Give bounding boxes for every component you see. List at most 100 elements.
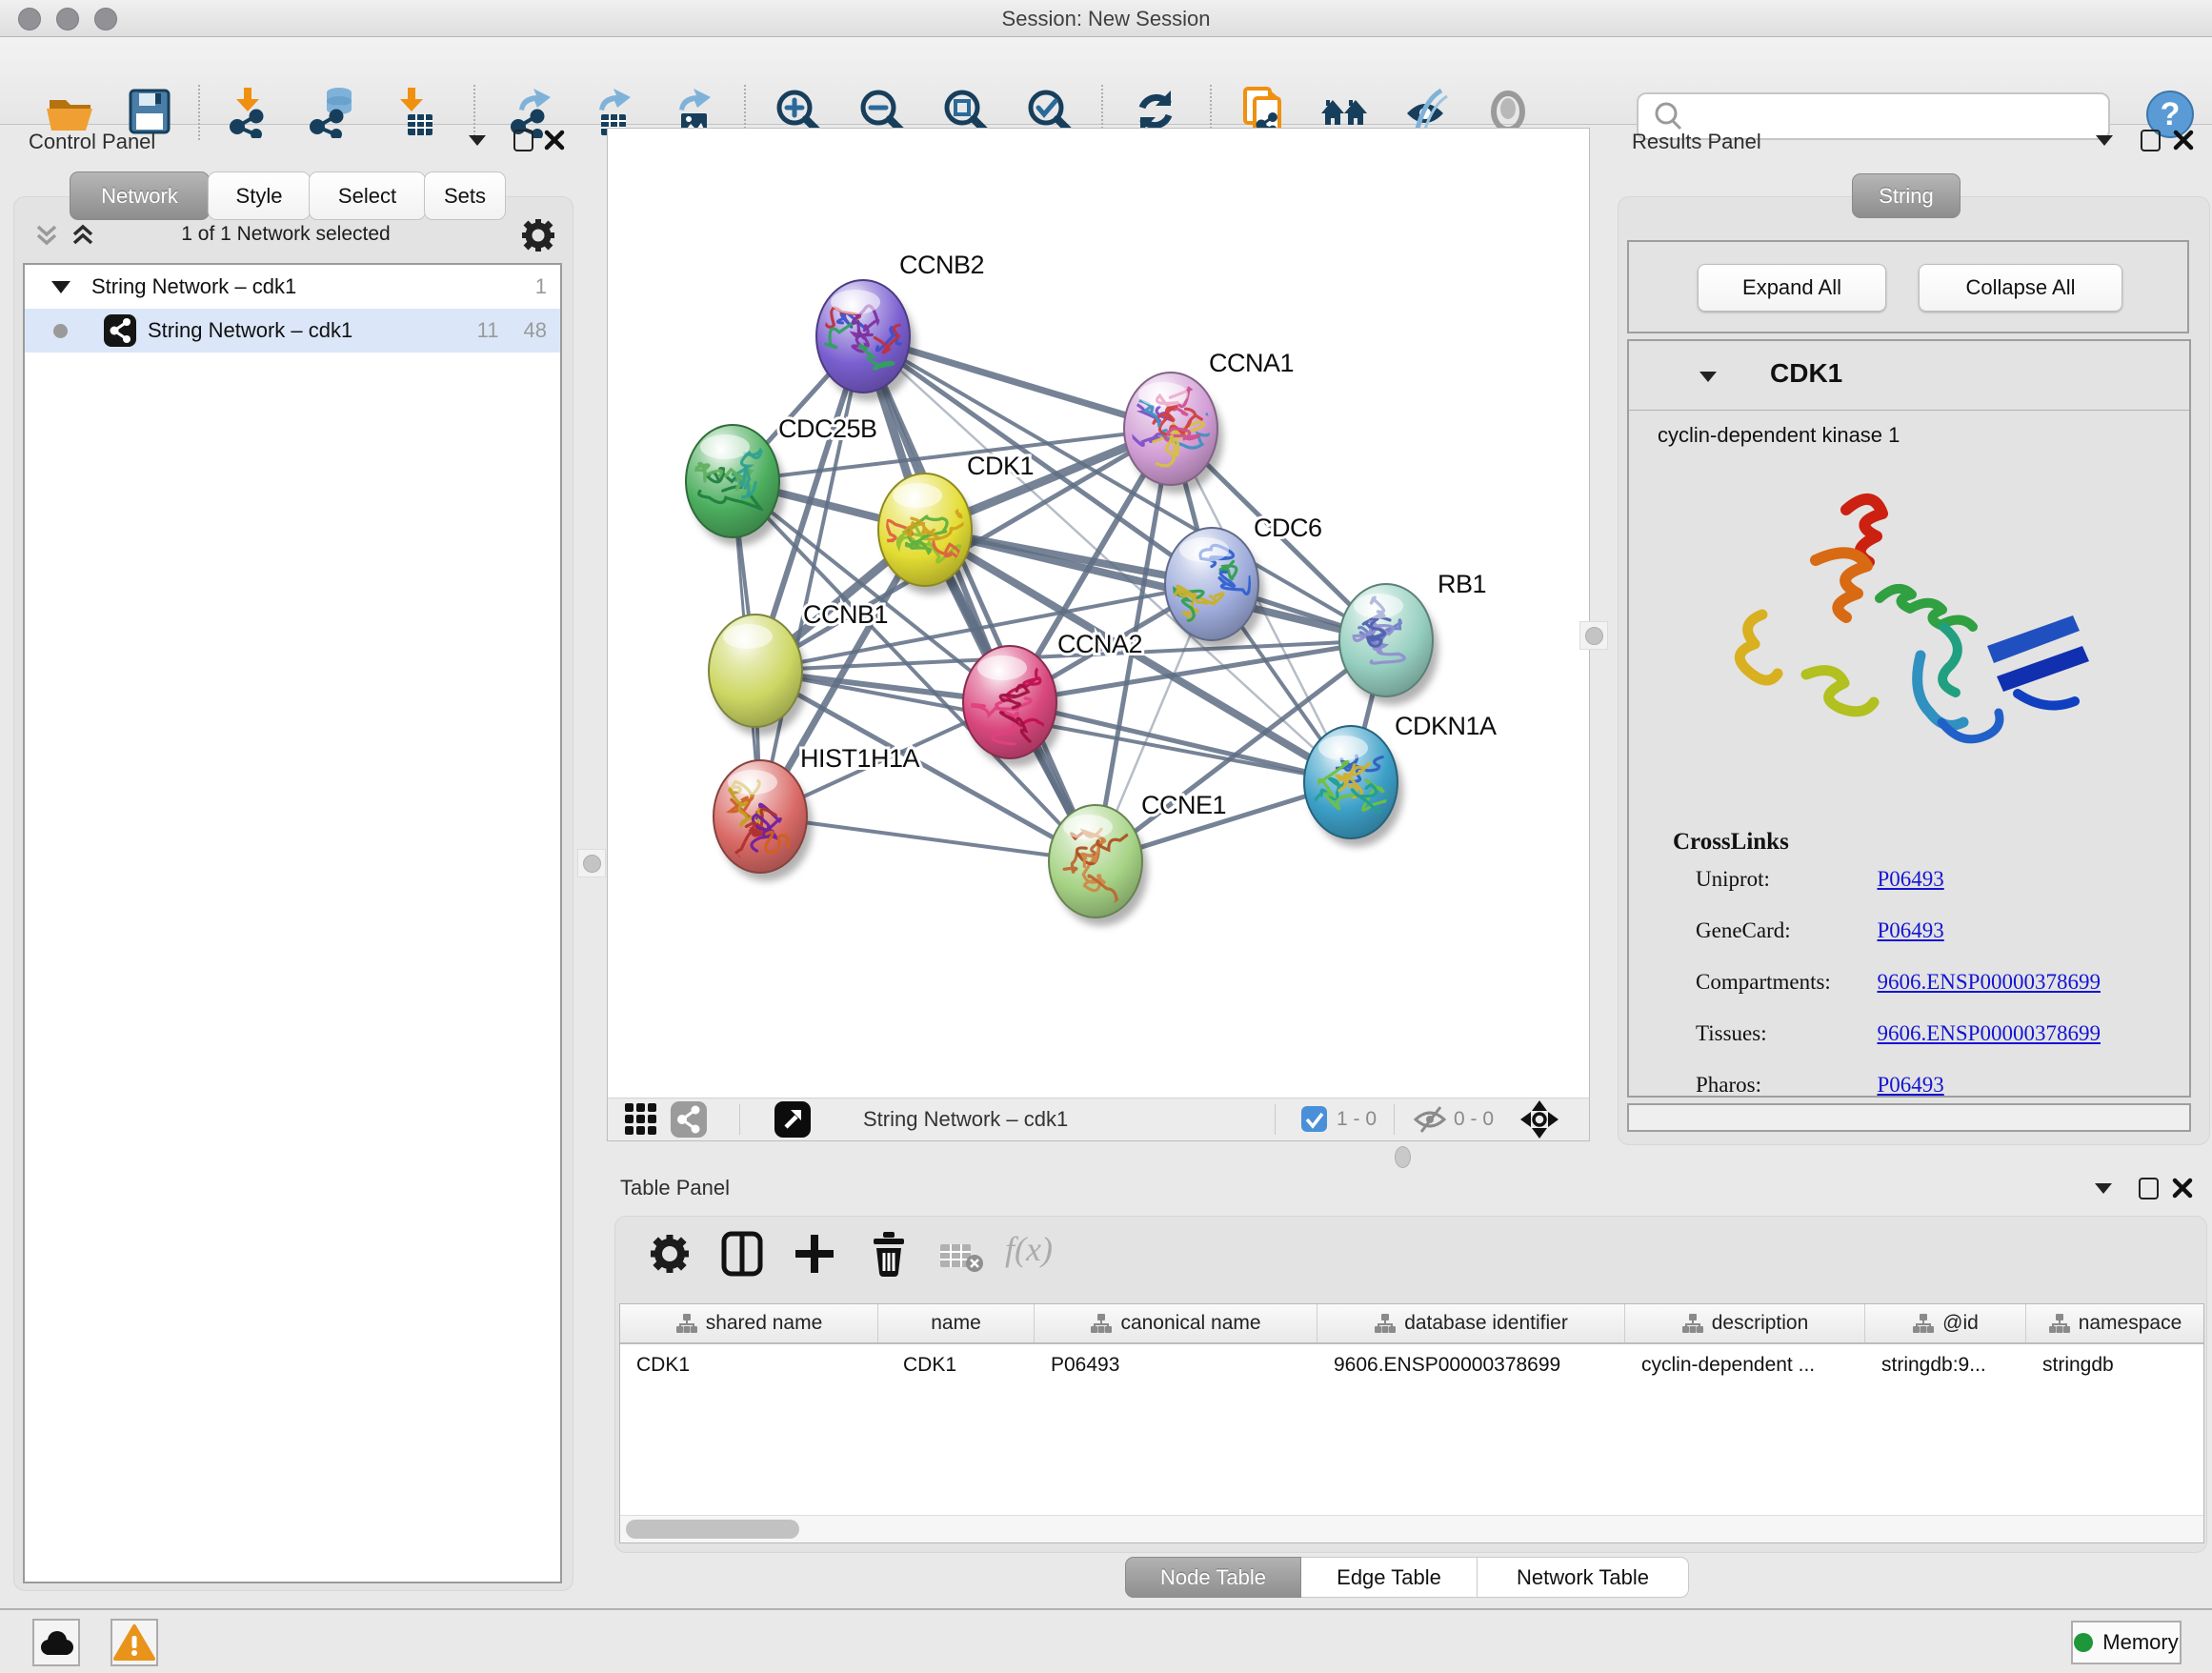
cell-description[interactable]: cyclin-dependent ... [1625, 1344, 1865, 1386]
share-view-icon[interactable] [671, 1101, 707, 1138]
network-edge[interactable] [863, 336, 1096, 861]
fx-equation-icon: f(x) [1005, 1229, 1053, 1269]
hscrollbar-thumb[interactable] [626, 1520, 799, 1539]
horizontal-splitter-handle[interactable] [1395, 1146, 1411, 1168]
network-status-dot-icon [53, 324, 68, 338]
cell-id[interactable]: stringdb:9... [1865, 1344, 2026, 1386]
column-header-description[interactable]: description [1625, 1304, 1865, 1342]
column-header-name[interactable]: name [878, 1304, 1035, 1342]
memory-button[interactable]: Memory [2071, 1621, 2182, 1664]
cell-canonical-name[interactable]: P06493 [1035, 1344, 1317, 1386]
crosslink-row: GeneCard: P06493 [1696, 918, 2153, 970]
crosslinks-list: Uniprot: P06493 GeneCard: P06493 Compart… [1696, 867, 2153, 1124]
window-title: Session: New Session [0, 7, 2212, 31]
tab-edge-table[interactable]: Edge Table [1301, 1557, 1478, 1598]
entry-expander-icon[interactable] [1699, 372, 1717, 382]
tree-expander-icon[interactable] [51, 281, 70, 293]
crosshair-icon[interactable] [1520, 1100, 1558, 1139]
crosslink-label: Compartments: [1696, 970, 1873, 995]
table-hscrollbar[interactable] [620, 1515, 2203, 1542]
split-columns-icon[interactable] [721, 1231, 763, 1277]
column-header-namespace[interactable]: namespace [2026, 1304, 2203, 1342]
crosslink-label: Uniprot: [1696, 867, 1873, 892]
grid-view-icon[interactable] [625, 1103, 659, 1136]
crosslink-value[interactable]: 9606.ENSP00000378699 [1877, 970, 2101, 994]
results-panel-collapse-icon[interactable] [2096, 135, 2113, 146]
entry-name: CDK1 [1770, 358, 1842, 389]
open-in-window-icon[interactable] [774, 1101, 811, 1138]
crosslink-value[interactable]: 9606.ENSP00000378699 [1877, 1021, 2101, 1045]
crosslink-row: Tissues: 9606.ENSP00000378699 [1696, 1021, 2153, 1073]
tree-row-collection[interactable]: String Network – cdk1 1 [25, 265, 560, 309]
network-node[interactable] [709, 615, 802, 727]
crosslink-value[interactable]: P06493 [1877, 1073, 1943, 1097]
selected-count: 1 - 0 [1337, 1108, 1377, 1131]
expand-all-button[interactable]: Expand All [1698, 264, 1886, 312]
table-panel-collapse-icon[interactable] [2095, 1183, 2112, 1194]
network-view-toolbar: String Network – cdk1 1 - 0 0 - 0 [607, 1098, 1590, 1141]
collapse-all-button[interactable]: Collapse All [1919, 264, 2122, 312]
table-panel-close-icon[interactable] [2171, 1177, 2194, 1199]
table-row[interactable]: CDK1 CDK1 P06493 9606.ENSP00000378699 cy… [620, 1344, 2203, 1386]
crosslinks-title: CrossLinks [1673, 829, 1789, 856]
table-tabs: Node Table Edge Table Network Table [1125, 1557, 1689, 1598]
column-mapping-icon [2048, 1313, 2071, 1334]
collapse-all-icon[interactable] [32, 221, 61, 250]
network-canvas[interactable]: CCNB2CCNA1CDC25BCDK1CDC6RB1CCNB1CCNA2CDK… [607, 128, 1590, 1099]
column-header-shared-name[interactable]: shared name [620, 1304, 878, 1342]
node-label: CDKN1A [1395, 712, 1497, 740]
gear-icon[interactable] [522, 219, 554, 252]
tab-string[interactable]: String [1852, 173, 1961, 218]
crosslink-value[interactable]: P06493 [1877, 867, 1943, 891]
cell-namespace[interactable]: stringdb [2026, 1344, 2203, 1386]
node-label: CCNB1 [803, 600, 888, 629]
table-gear-icon[interactable] [651, 1235, 689, 1273]
node-label: CDC6 [1254, 514, 1322, 542]
tree-collection-count: 1 [535, 274, 547, 299]
main-toolbar: ? [0, 37, 2212, 125]
tree-row-network-selected[interactable]: String Network – cdk1 11 48 [25, 309, 560, 353]
column-header-database-identifier[interactable]: database identifier [1317, 1304, 1625, 1342]
results-scrollbar[interactable] [1627, 1103, 2191, 1132]
warning-button[interactable] [111, 1619, 158, 1666]
cloud-button[interactable] [32, 1619, 80, 1666]
network-node[interactable] [714, 760, 807, 873]
network-node[interactable] [686, 425, 779, 537]
control-panel-float-icon[interactable] [513, 130, 533, 151]
tab-style[interactable]: Style [208, 171, 311, 220]
cell-shared-name[interactable]: CDK1 [620, 1344, 878, 1386]
tab-node-table[interactable]: Node Table [1125, 1557, 1301, 1598]
right-splitter-handle[interactable] [1579, 621, 1608, 650]
crosslink-value[interactable]: P06493 [1877, 918, 1943, 942]
network-node[interactable] [1123, 373, 1217, 485]
node-label: CCNE1 [1141, 791, 1226, 819]
status-bar: Memory [0, 1608, 2212, 1673]
memory-label: Memory [2102, 1630, 2178, 1655]
column-header-id[interactable]: @id [1865, 1304, 2026, 1342]
crosslink-row: Uniprot: P06493 [1696, 867, 2153, 918]
hidden-eye-icon [1411, 1105, 1449, 1134]
network-node[interactable] [870, 474, 972, 586]
results-panel-float-icon[interactable] [2141, 130, 2161, 151]
add-column-icon[interactable] [794, 1233, 835, 1275]
tab-select[interactable]: Select [309, 171, 426, 220]
tab-network-table[interactable]: Network Table [1478, 1557, 1689, 1598]
control-panel-collapse-icon[interactable] [469, 135, 486, 146]
control-panel-close-icon[interactable] [543, 129, 566, 151]
selected-checkbox-icon[interactable] [1301, 1106, 1327, 1132]
left-splitter-handle[interactable] [577, 849, 606, 877]
tab-network[interactable]: Network [70, 171, 210, 220]
table-panel-title: Table Panel [620, 1176, 730, 1200]
results-panel-close-icon[interactable] [2172, 129, 2195, 151]
tab-sets[interactable]: Sets [424, 171, 506, 220]
delete-column-icon[interactable] [866, 1229, 908, 1277]
node-table: shared name name canonical name database… [619, 1303, 2204, 1543]
table-panel-float-icon[interactable] [2139, 1178, 2159, 1199]
network-node[interactable] [1339, 584, 1433, 696]
expand-all-icon[interactable] [69, 221, 97, 250]
cell-database-identifier[interactable]: 9606.ENSP00000378699 [1317, 1344, 1625, 1386]
column-header-canonical-name[interactable]: canonical name [1035, 1304, 1317, 1342]
cell-name[interactable]: CDK1 [878, 1344, 1035, 1386]
network-node[interactable] [1304, 726, 1399, 838]
network-graph[interactable]: CCNB2CCNA1CDC25BCDK1CDC6RB1CCNB1CCNA2CDK… [608, 129, 1589, 1099]
